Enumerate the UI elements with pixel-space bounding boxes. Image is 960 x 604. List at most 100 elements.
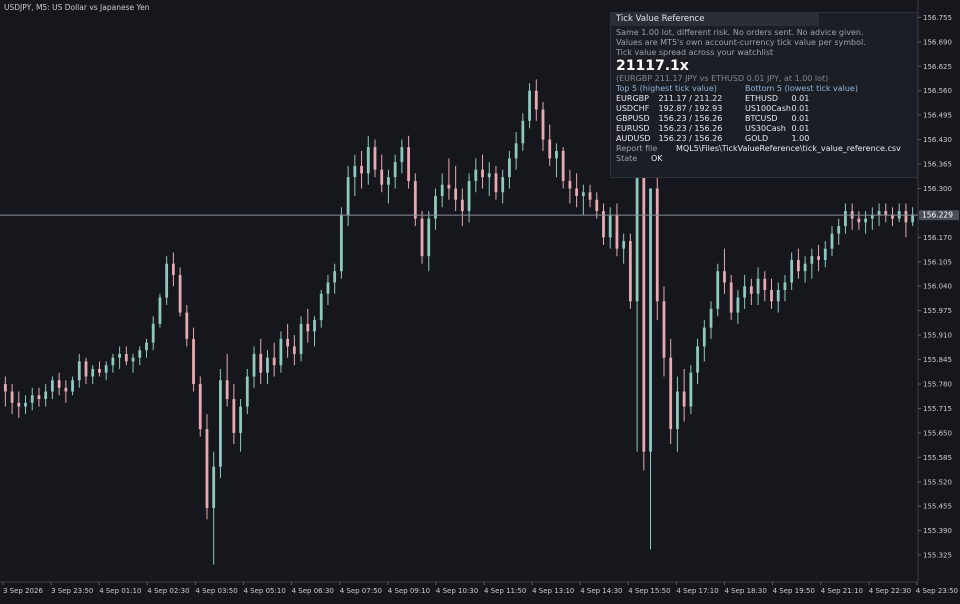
candle-body bbox=[796, 259, 800, 272]
price-tick-label: 156.430 bbox=[923, 136, 952, 144]
price-tick-label: 155.520 bbox=[923, 478, 952, 486]
candle-body bbox=[595, 199, 599, 212]
candle-body bbox=[192, 338, 195, 384]
candle-body bbox=[151, 323, 155, 343]
candle-body bbox=[427, 218, 431, 257]
candle-body bbox=[541, 109, 545, 140]
bottom-row: US100Cash 0.01 bbox=[745, 104, 870, 114]
candle-body bbox=[326, 282, 330, 294]
candle-body bbox=[104, 365, 108, 373]
candle-body bbox=[830, 233, 834, 249]
candle-body bbox=[420, 218, 424, 257]
candle-body bbox=[487, 173, 491, 178]
price-tick-label: 155.650 bbox=[923, 429, 952, 437]
candle-body bbox=[10, 391, 14, 403]
time-tick-label: 4 Sep 22:30 bbox=[869, 587, 911, 595]
price-tick-label: 155.325 bbox=[923, 552, 952, 560]
candle-body bbox=[339, 214, 343, 272]
candle-body bbox=[837, 226, 841, 234]
candle-body bbox=[111, 357, 115, 366]
chart-window[interactable]: 156.755 156.690 156.625 156.560 156.495 156.4… bbox=[0, 0, 960, 600]
bottom-symbol: ETHUSD bbox=[745, 94, 779, 103]
candle-body bbox=[716, 271, 720, 309]
candle-body bbox=[17, 402, 21, 407]
time-tick-label: 4 Sep 02:30 bbox=[147, 587, 189, 595]
bottom-symbol: GOLD bbox=[745, 134, 769, 143]
state-value: OK bbox=[651, 154, 663, 163]
candle-body bbox=[212, 466, 216, 509]
price-tick-label: 155.585 bbox=[923, 454, 952, 462]
candle-body bbox=[904, 211, 908, 223]
bottom-row: US30Cash 0.01 bbox=[745, 124, 870, 134]
time-tick-label: 4 Sep 15:50 bbox=[628, 587, 670, 595]
candle-body bbox=[615, 214, 619, 249]
candle-body bbox=[682, 391, 686, 407]
state-label: State bbox=[616, 154, 638, 163]
candle-body bbox=[709, 308, 713, 328]
top-value: 156.23 / 156.26 bbox=[658, 124, 723, 133]
candle-body bbox=[252, 353, 256, 377]
panel-header: Tick Value Reference bbox=[611, 13, 819, 26]
candle-body bbox=[299, 323, 303, 354]
time-tick-label: 4 Sep 01:10 bbox=[99, 587, 141, 595]
candle-body bbox=[319, 293, 323, 321]
bottom-symbol: US30Cash bbox=[745, 124, 786, 133]
time-tick-label: 4 Sep 10:30 bbox=[436, 587, 478, 595]
candle-body bbox=[131, 357, 135, 362]
candle-body bbox=[528, 90, 531, 121]
time-tick-label: 4 Sep 13:10 bbox=[532, 587, 574, 595]
candle-body bbox=[245, 376, 249, 407]
bottom-value: 0.01 bbox=[791, 94, 810, 103]
candle-body bbox=[561, 150, 565, 181]
candle-body bbox=[333, 271, 337, 283]
candle-body bbox=[884, 211, 888, 215]
candle-body bbox=[823, 248, 827, 260]
candle-body bbox=[575, 188, 579, 196]
bottom-value: 0.01 bbox=[791, 124, 810, 133]
candle-body bbox=[810, 256, 814, 264]
candle-body bbox=[3, 384, 7, 392]
bottom-row: BTCUSD 0.01 bbox=[745, 114, 870, 124]
bottom-value: 0.01 bbox=[791, 114, 810, 123]
top-list: Top 5 (highest tick value) EURGBP 211.17… bbox=[616, 84, 741, 144]
report-file-row: Report file MQL5\Files\TickValueReference… bbox=[616, 144, 912, 154]
candle-body bbox=[178, 274, 182, 313]
panel-line-1: Same 1.00 lot, different risk. No orders… bbox=[616, 28, 864, 37]
candle-body bbox=[272, 357, 276, 366]
candle-body bbox=[57, 380, 61, 388]
candle-body bbox=[581, 192, 585, 196]
candle-body bbox=[239, 406, 242, 433]
top-value: 156.23 / 156.26 bbox=[658, 134, 723, 143]
time-tick-label: 4 Sep 14:30 bbox=[580, 587, 622, 595]
current-price-label: 156.229 bbox=[922, 211, 953, 220]
candle-body bbox=[649, 188, 652, 452]
price-tick-label: 156.300 bbox=[923, 185, 952, 193]
price-tick-label: 156.755 bbox=[923, 14, 952, 22]
candle-body bbox=[366, 147, 370, 174]
bottom-list: Bottom 5 (lowest tick value) ETHUSD 0.01… bbox=[741, 84, 870, 144]
report-file-path: MQL5\Files\TickValueReference\tick_value… bbox=[676, 144, 901, 153]
top-symbol: EURGBP bbox=[616, 94, 649, 103]
candle-body bbox=[783, 282, 787, 290]
top-list-header: Top 5 (highest tick value) bbox=[616, 84, 717, 93]
candle-body bbox=[373, 147, 377, 170]
candle-body bbox=[360, 165, 363, 174]
candle-body bbox=[635, 169, 639, 302]
candle-body bbox=[508, 158, 511, 178]
time-tick-label: 4 Sep 09:10 bbox=[388, 587, 430, 595]
candle-body bbox=[232, 399, 236, 433]
top-value: 211.17 / 211.22 bbox=[658, 94, 723, 103]
price-tick-label: 156.690 bbox=[923, 38, 952, 46]
candle-body bbox=[165, 263, 169, 298]
time-tick-label: 4 Sep 07:50 bbox=[340, 587, 382, 595]
candle-body bbox=[185, 312, 189, 339]
top-symbol: USDCHF bbox=[616, 104, 650, 113]
candle-body bbox=[689, 372, 693, 407]
candle-body bbox=[454, 188, 458, 200]
candle-body bbox=[467, 180, 471, 212]
candle-body bbox=[440, 184, 444, 196]
bottom-symbol: BTCUSD bbox=[745, 114, 778, 123]
candle-body bbox=[380, 169, 384, 185]
candle-body bbox=[729, 282, 733, 313]
candle-body bbox=[669, 357, 673, 430]
